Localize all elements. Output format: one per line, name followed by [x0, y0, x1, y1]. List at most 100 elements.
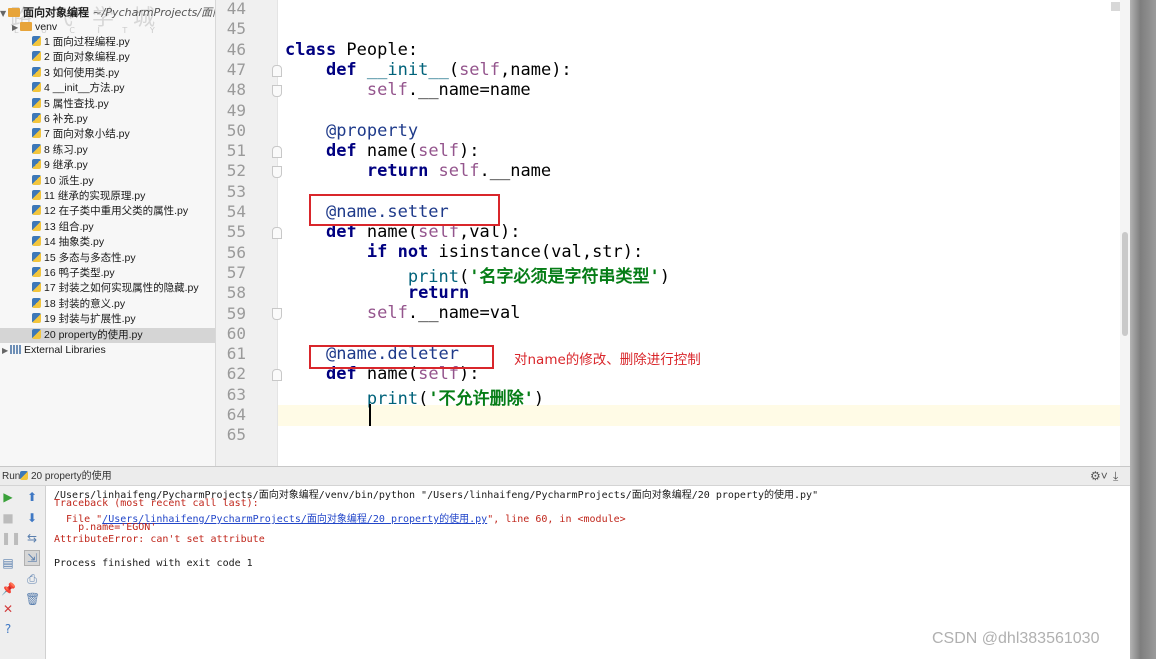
tree-file-label: 4 __init__方法.py — [44, 82, 125, 95]
tree-file-item[interactable]: 18 封装的意义.py — [0, 297, 215, 312]
tree-item-external-libraries[interactable]: ▶ External Libraries — [0, 343, 215, 358]
help-icon[interactable]: ? — [1, 622, 15, 636]
tree-file-label: 19 封装与扩展性.py — [44, 313, 136, 326]
python-file-icon — [32, 174, 41, 185]
close-icon[interactable]: ✕ — [1, 602, 15, 616]
scroll-down-icon[interactable]: ⬇ — [25, 511, 39, 525]
tree-file-label: 15 多态与多态性.py — [44, 251, 136, 264]
inspection-indicator[interactable] — [1111, 2, 1120, 11]
tree-file-item[interactable]: 15 多态与多态性.py — [0, 251, 215, 266]
text-caret — [369, 404, 371, 426]
tree-file-item[interactable]: 2 面向对象编程.py — [0, 50, 215, 65]
tree-file-item[interactable]: 4 __init__方法.py — [0, 81, 215, 96]
code-editor[interactable]: 44 45 46 47 48 49 50 51 52 53 54 55 56 57 58 59 60 61 62 63… — [216, 0, 1130, 466]
pause-icon[interactable]: ❚❚ — [1, 531, 21, 545]
collapse-arrow-icon[interactable]: ▶ — [12, 20, 20, 35]
collapse-arrow-icon[interactable]: ▶ — [2, 343, 10, 358]
fold-marker-icon[interactable] — [272, 166, 282, 178]
csdn-watermark: CSDN @dhl383561030 — [932, 630, 1100, 647]
print-icon[interactable]: ⎙ — [25, 572, 39, 586]
tree-file-item[interactable]: 13 组合.py — [0, 220, 215, 235]
tree-file-item[interactable]: 10 派生.py — [0, 174, 215, 189]
tree-file-item[interactable]: 6 补充.py — [0, 112, 215, 127]
tree-file-item[interactable]: 9 继承.py — [0, 158, 215, 173]
run-panel-label: Run — [2, 471, 21, 482]
expand-arrow-icon[interactable]: ▼ — [0, 9, 8, 18]
python-file-icon — [32, 36, 41, 46]
code-line-57: print('名字必须是字符串类型') — [407, 267, 670, 287]
line-number: 63 — [226, 384, 246, 404]
restore-layout-icon[interactable]: ▤ — [1, 556, 15, 570]
line-number: 58 — [226, 283, 246, 303]
python-file-icon — [32, 205, 41, 216]
line-number: 64 — [226, 405, 246, 424]
line-number: 56 — [226, 242, 246, 262]
soft-wrap-icon[interactable]: ⇆ — [25, 531, 39, 545]
run-config-tab[interactable]: 20 property的使用 — [20, 467, 112, 486]
python-file-icon — [32, 51, 41, 62]
project-root-node[interactable]: ▼ 面向对象编程 ~/PycharmProjects/面向 — [0, 4, 216, 20]
library-icon — [10, 345, 21, 354]
tree-file-item[interactable]: 3 如何使用类.py — [0, 66, 215, 81]
python-file-icon — [32, 282, 41, 293]
python-file-icon — [32, 82, 41, 93]
pin-tab-icon[interactable]: 📌 — [1, 582, 16, 596]
gear-icon[interactable]: ⚙˅ — [1090, 467, 1108, 486]
tree-file-label: 1 面向过程编程.py — [44, 36, 130, 48]
tree-file-label: 18 封装的意义.py — [44, 297, 126, 310]
line-number: 46 — [226, 39, 246, 59]
hide-panel-icon[interactable]: ⤓ — [1113, 467, 1118, 486]
rerun-icon[interactable]: ▶ — [1, 490, 15, 504]
line-number: 55 — [226, 222, 246, 242]
tree-file-item[interactable]: 16 鸭子类型.py — [0, 266, 215, 281]
tree-file-item[interactable]: 1 面向过程编程.py — [0, 35, 215, 50]
editor-scroll-thumb[interactable] — [1122, 232, 1128, 336]
code-line-46: class People: — [285, 40, 419, 60]
project-root-label: 面向对象编程 — [23, 6, 89, 19]
python-file-icon — [32, 220, 41, 231]
code-line-59: self.__name=val — [366, 303, 521, 323]
tree-file-item[interactable]: 8 练习.py — [0, 143, 215, 158]
scroll-to-end-icon[interactable]: ⇲ — [24, 550, 40, 566]
tree-file-label: 9 继承.py — [44, 159, 88, 172]
scroll-up-icon[interactable]: ⬆ — [25, 490, 39, 504]
line-number: 65 — [226, 425, 246, 445]
tree-file-item[interactable]: 14 抽象类.py — [0, 235, 215, 250]
clear-all-icon[interactable]: 🗑 — [25, 592, 40, 606]
tree-file-item[interactable]: 7 面向对象小结.py — [0, 127, 215, 142]
stop-icon[interactable]: ■ — [1, 511, 15, 525]
tree-file-item[interactable]: 19 封装与扩展性.py — [0, 312, 215, 327]
fold-marker-icon[interactable] — [272, 146, 282, 158]
tree-file-item[interactable]: 20 property的使用.py — [0, 327, 215, 343]
fold-marker-icon[interactable] — [272, 227, 282, 239]
fold-marker-icon[interactable] — [272, 308, 282, 320]
code-line-48: self.__name=name — [366, 80, 531, 100]
line-number: 62 — [226, 364, 246, 384]
line-number: 52 — [226, 161, 246, 181]
tree-file-label: 5 属性查找.py — [44, 97, 109, 110]
code-line-52: return self.__name — [366, 161, 552, 181]
line-number: 54 — [226, 202, 246, 221]
console-file-link[interactable]: /Users/linhaifeng/PycharmProjects/面向对象编程… — [102, 514, 487, 525]
fold-marker-icon[interactable] — [272, 369, 282, 381]
python-file-icon — [32, 66, 41, 77]
folder-icon — [20, 22, 32, 31]
annotation-box-deleter — [309, 345, 494, 369]
fold-marker-icon[interactable] — [272, 65, 282, 77]
console-error-message: AttributeError: can't set attribute — [54, 534, 265, 545]
run-toolbar: ▶ ⬆ ■ ⬇ ❚❚ ⇆ ▤ ⇲ 📌 ⎙ ✕ 🗑 ? — [0, 486, 46, 659]
tree-file-item[interactable]: 12 在子类中重用父类的属性.py — [0, 204, 215, 219]
tree-file-label: 3 如何使用类.py — [44, 66, 120, 79]
tree-file-label: 2 面向对象编程.py — [44, 51, 130, 64]
line-number: 61 — [226, 344, 246, 364]
tree-file-item[interactable]: 5 属性查找.py — [0, 97, 215, 112]
tree-item-venv[interactable]: ▶ venv — [0, 20, 215, 35]
line-number: 47 — [226, 59, 246, 79]
fold-marker-icon[interactable] — [272, 85, 282, 97]
run-config-label: 20 property的使用 — [31, 471, 112, 482]
project-root-path: ~/PycharmProjects/面向 — [92, 6, 216, 19]
annotation-box-setter — [309, 194, 500, 226]
console-traceback-code: p.name='EGON' — [54, 522, 157, 533]
tree-file-item[interactable]: 11 继承的实现原理.py — [0, 189, 215, 204]
tree-file-item[interactable]: 17 封装之如何实现属性的隐藏.py — [0, 281, 215, 296]
